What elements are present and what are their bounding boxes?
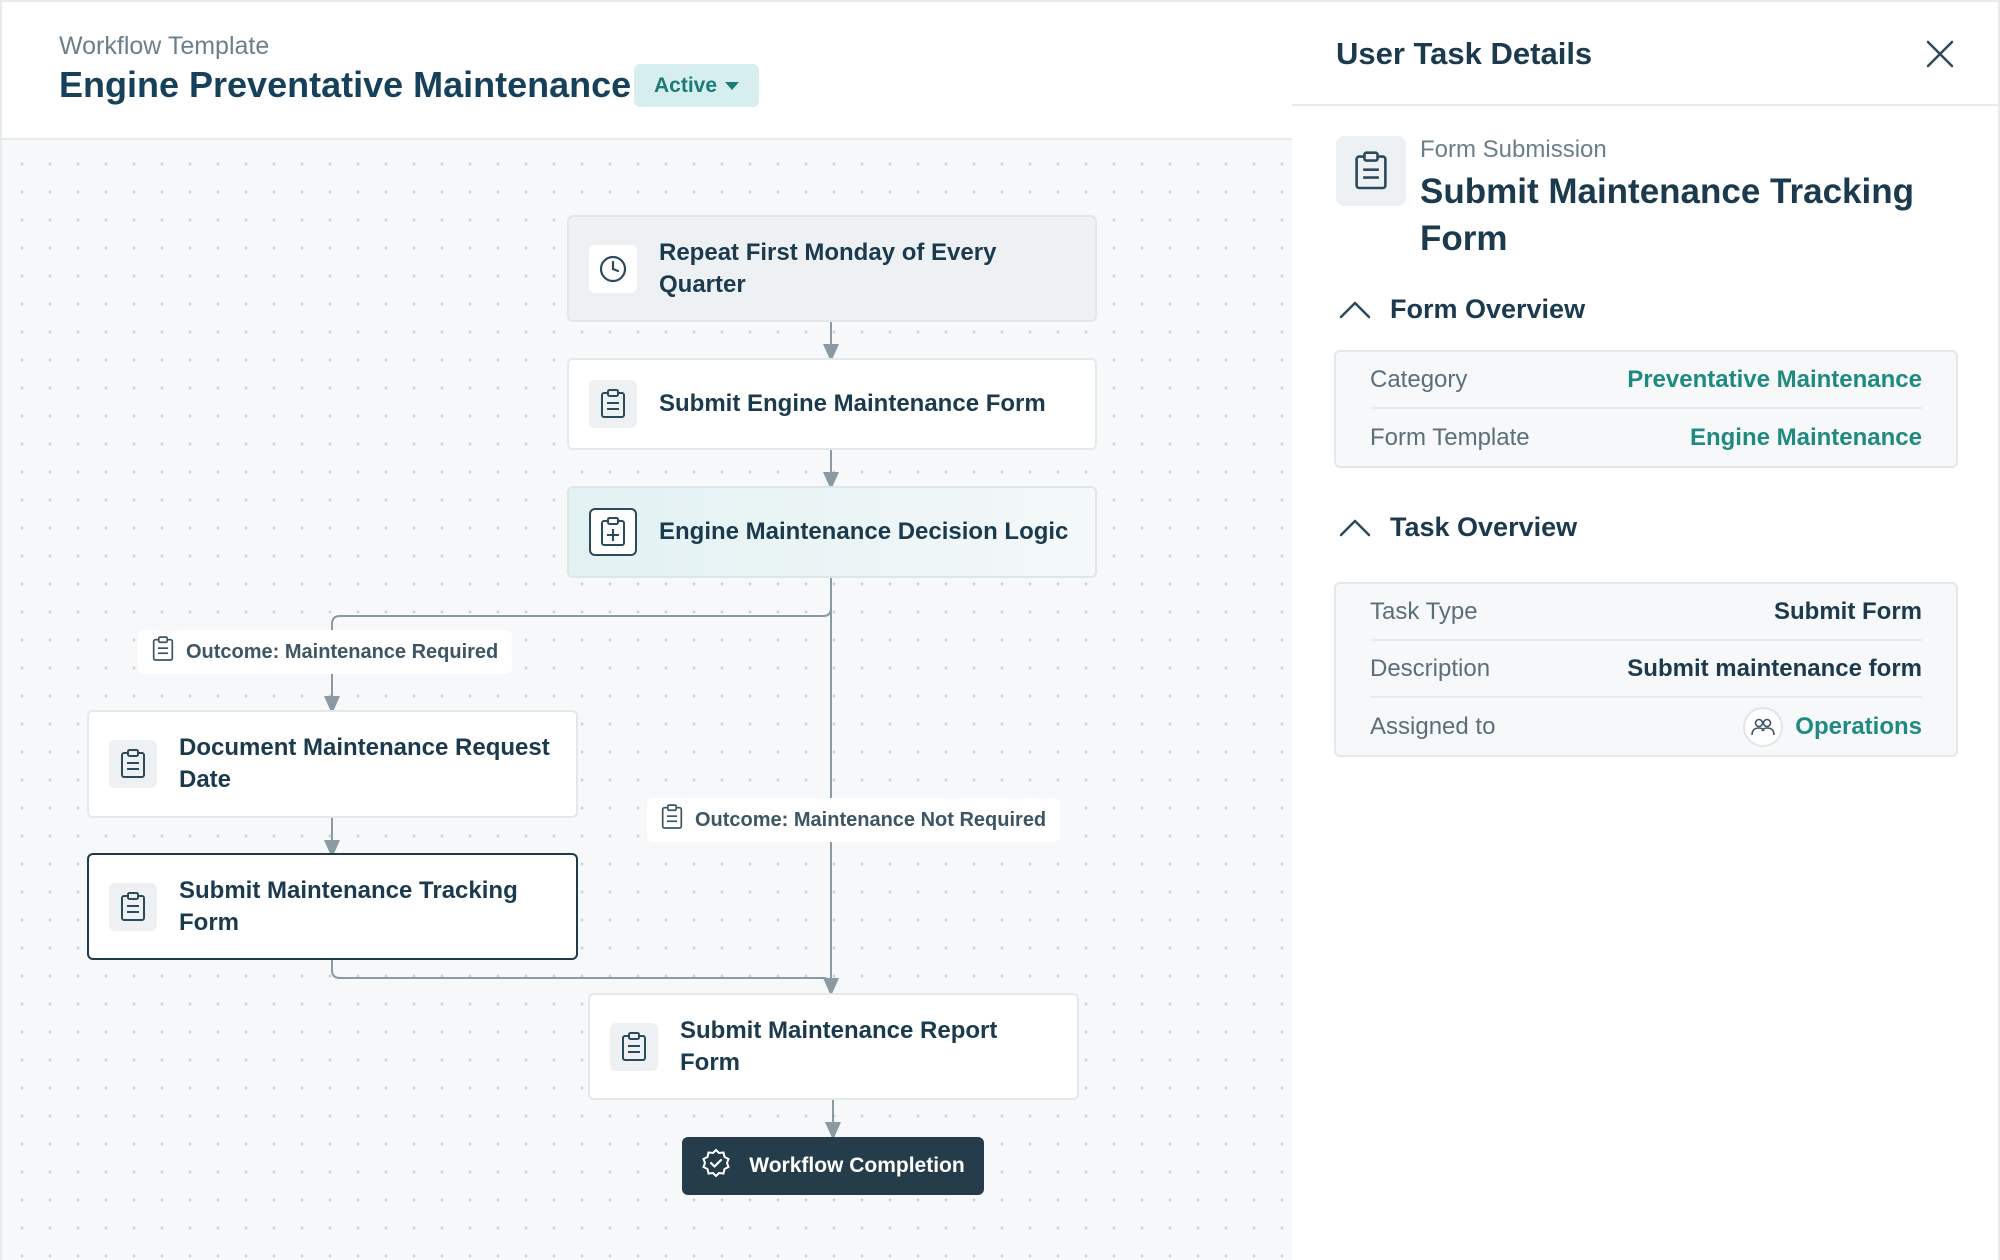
- outcome-not-required-label[interactable]: Outcome: Maintenance Not Required: [647, 798, 1061, 842]
- clipboard-icon: [1336, 136, 1406, 206]
- form-overview-row-category: Category Preventative Maintenance: [1370, 352, 1922, 409]
- chevron-up-icon: [1339, 519, 1371, 536]
- category-link[interactable]: Preventative Maintenance: [1627, 366, 1922, 394]
- row-key: Assigned to: [1370, 712, 1496, 740]
- node-report-form[interactable]: Submit Maintenance Report Form: [588, 993, 1079, 1100]
- form-overview-toggle[interactable]: Form Overview: [1338, 294, 1585, 325]
- workflow-area: Workflow Template Engine Preventative Ma…: [0, 0, 1292, 1260]
- task-kind: Form Submission: [1420, 136, 1607, 163]
- clipboard-plus-icon: [589, 508, 637, 556]
- form-overview-heading: Form Overview: [1390, 294, 1586, 324]
- node-submit-engine-form[interactable]: Submit Engine Maintenance Form: [567, 358, 1097, 450]
- node-document-request-date[interactable]: Document Maintenance Request Date: [87, 710, 578, 818]
- status-label: Active: [654, 73, 718, 97]
- task-overview-heading: Task Overview: [1390, 512, 1578, 542]
- workflow-completion-node[interactable]: Workflow Completion: [682, 1137, 984, 1195]
- node-trigger[interactable]: Repeat First Monday of Every Quarter: [567, 215, 1097, 322]
- caret-down-icon: [725, 81, 740, 90]
- row-key: Task Type: [1370, 597, 1478, 625]
- task-name: Submit Maintenance Tracking Form: [1420, 172, 1914, 258]
- clipboard-icon: [661, 803, 683, 837]
- clipboard-icon: [610, 1022, 658, 1071]
- node-decision-logic-label: Engine Maintenance Decision Logic: [659, 518, 1069, 545]
- row-key: Category: [1370, 365, 1468, 393]
- clipboard-icon: [109, 882, 157, 931]
- outcome-required-text: Outcome: Maintenance Required: [186, 640, 499, 663]
- close-button[interactable]: [1922, 36, 1958, 72]
- outcome-required-label[interactable]: Outcome: Maintenance Required: [138, 630, 513, 674]
- task-overview-row-description: Description Submit maintenance form: [1370, 641, 1922, 698]
- workflow-header: Workflow Template Engine Preventative Ma…: [0, 0, 1292, 140]
- row-value: Submit Form: [1774, 597, 1922, 625]
- status-dropdown[interactable]: Active: [634, 64, 760, 107]
- clipboard-icon: [152, 635, 174, 669]
- users-icon: [1743, 706, 1784, 747]
- node-document-request-date-label: Document Maintenance Request Date: [179, 734, 550, 793]
- row-key: Description: [1370, 654, 1491, 682]
- clock-icon: [589, 244, 637, 293]
- task-overview-row-assigned: Assigned to Operations: [1370, 698, 1922, 755]
- task-overview-row-type: Task Type Submit Form: [1370, 584, 1922, 641]
- badge-check-icon: [701, 1148, 731, 1184]
- header-label: Workflow Template: [59, 32, 270, 60]
- clipboard-icon: [589, 380, 637, 428]
- node-tracking-form-label: Submit Maintenance Tracking Form: [179, 876, 518, 936]
- task-overview-toggle[interactable]: Task Overview: [1338, 512, 1577, 543]
- form-overview-row-template: Form Template Engine Maintenance: [1370, 409, 1922, 466]
- close-icon: [1926, 40, 1954, 68]
- panel-title: User Task Details: [1336, 36, 1593, 71]
- chevron-up-icon: [1339, 301, 1371, 318]
- node-trigger-label: Repeat First Monday of Every Quarter: [659, 238, 997, 298]
- assignee-link[interactable]: Operations: [1743, 706, 1922, 747]
- row-key: Form Template: [1370, 423, 1530, 451]
- task-overview-card: Task Type Submit Form Description Submit…: [1334, 582, 1958, 757]
- node-report-form-label: Submit Maintenance Report Form: [680, 1016, 998, 1076]
- form-overview-card: Category Preventative Maintenance Form T…: [1334, 350, 1958, 468]
- form-template-link[interactable]: Engine Maintenance: [1690, 424, 1922, 452]
- panel-header: User Task Details: [1292, 2, 1998, 106]
- node-submit-engine-form-label: Submit Engine Maintenance Form: [659, 390, 1046, 417]
- assignee-name: Operations: [1795, 712, 1922, 740]
- node-tracking-form[interactable]: Submit Maintenance Tracking Form: [87, 853, 578, 960]
- outcome-not-required-text: Outcome: Maintenance Not Required: [695, 808, 1047, 831]
- task-details-panel: User Task Details Form Submission Submit…: [1292, 0, 2000, 1260]
- page-title: Engine Preventative Maintenance: [59, 64, 632, 105]
- node-decision-logic[interactable]: Engine Maintenance Decision Logic: [567, 486, 1097, 578]
- completion-label: Workflow Completion: [749, 1154, 965, 1177]
- clipboard-icon: [109, 740, 157, 788]
- row-value: Submit maintenance form: [1627, 654, 1922, 682]
